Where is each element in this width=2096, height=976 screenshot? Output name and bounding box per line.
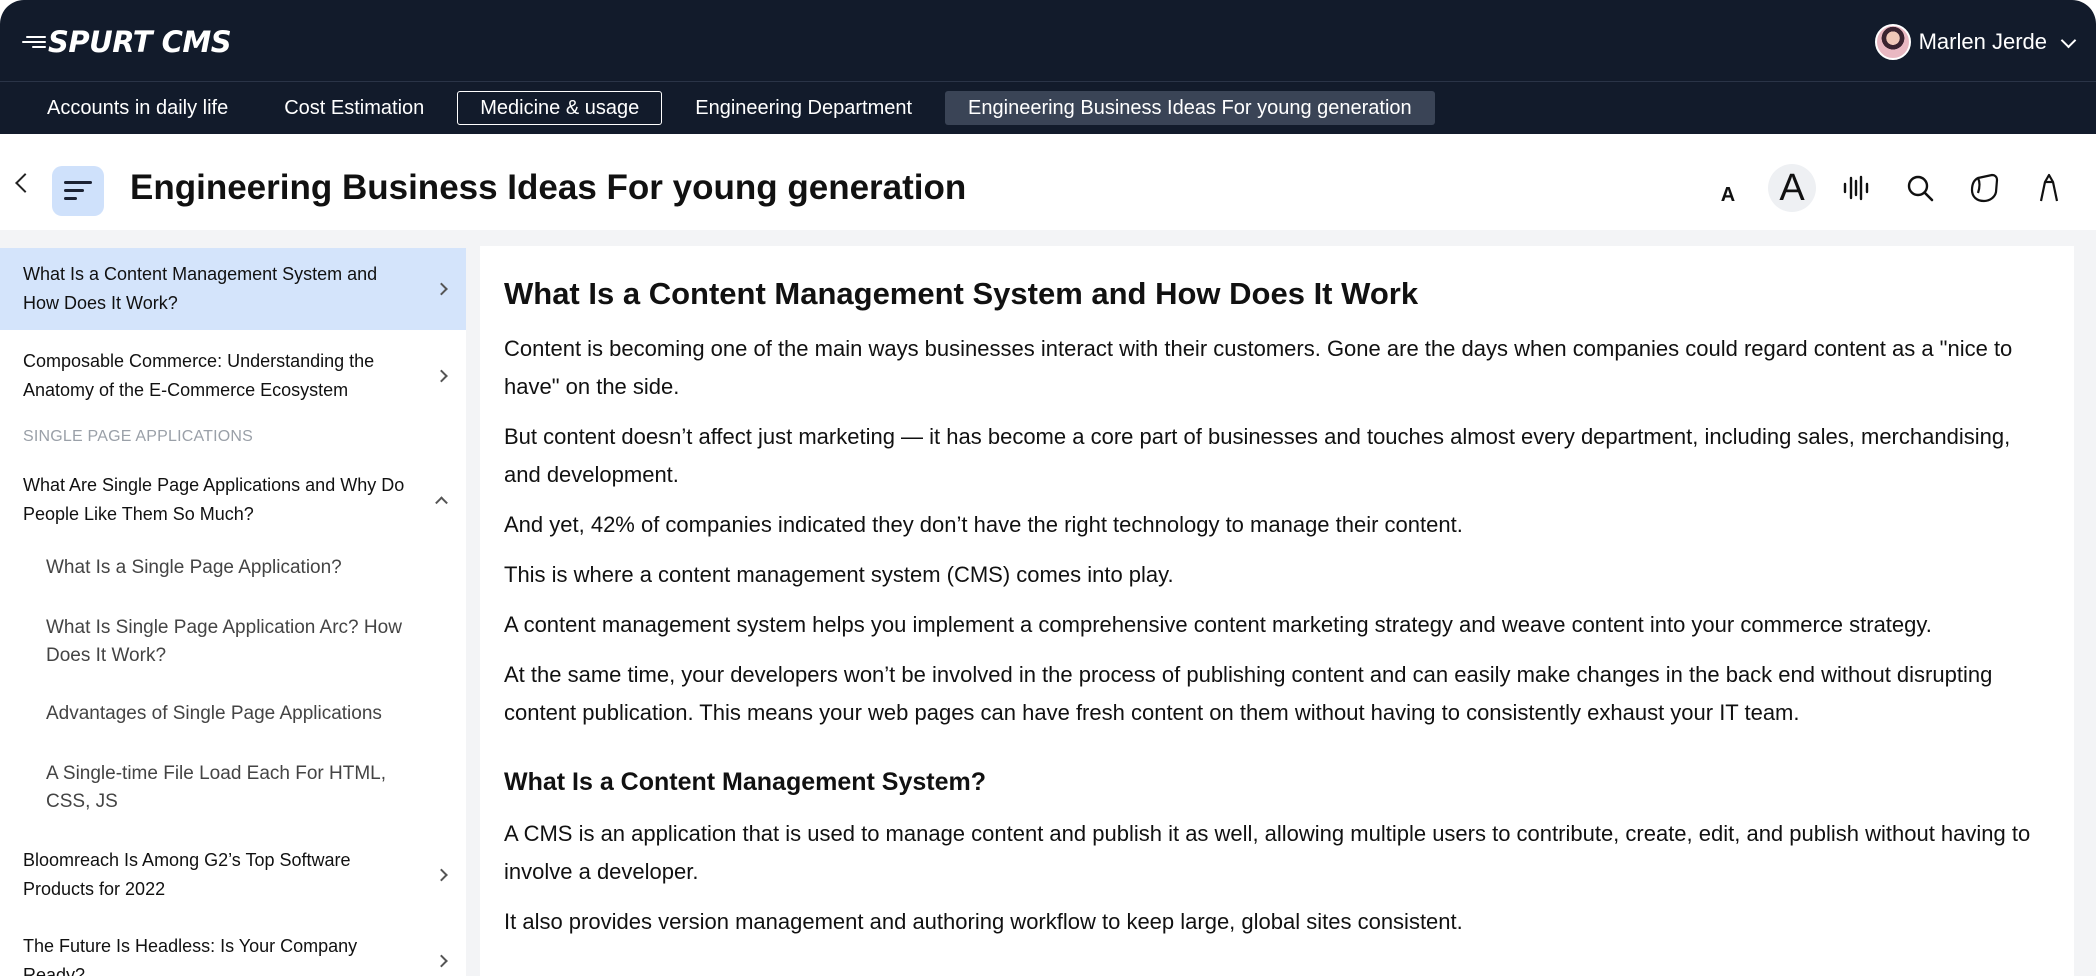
top-bar: SPURT CMS Marlen Jerde [0,0,2096,82]
tab-accounts[interactable]: Accounts in daily life [24,91,251,125]
toc-item-label: The Future Is Headless: Is Your Company … [23,936,358,976]
article-paragraph: Content is becoming one of the main ways… [504,336,2013,399]
audio-icon [1843,175,1869,201]
toc-item-single-page-apps[interactable]: What Are Single Page Applications and Wh… [0,460,466,540]
toc-item-label: Bloomreach Is Among G2’s Top Software Pr… [23,850,351,899]
page-title: Engineering Business Ideas For young gen… [130,168,967,207]
page-header: Engineering Business Ideas For young gen… [0,134,2096,230]
tab-engineering-business-ideas[interactable]: Engineering Business Ideas For young gen… [945,91,1435,125]
tab-cost-estimation[interactable]: Cost Estimation [261,91,447,125]
audio-button[interactable] [1832,164,1880,212]
font-increase-button[interactable]: A [1768,164,1816,212]
font-increase-icon: A [1779,166,1805,209]
toc-subitem[interactable]: A Single-time File Load Each For HTML, C… [0,746,466,832]
article-paragraph: A CMS is an application that is used to … [504,821,2031,884]
toc-item-future-headless[interactable]: The Future Is Headless: Is Your Company … [0,918,466,976]
article-paragraph: This is where a content management syste… [504,562,1174,587]
user-menu[interactable]: Marlen Jerde [1874,22,2077,62]
reader-toolbar: A A [1704,164,2072,212]
pen-button[interactable] [2024,164,2072,212]
chevron-right-icon [435,282,448,296]
tab-engineering-department[interactable]: Engineering Department [672,91,935,125]
toc-subitem[interactable]: Advantages of Single Page Applications [0,686,466,746]
article-paragraph: A content management system helps you im… [504,612,1932,637]
article-paragraph: It also provides version management and … [504,909,1463,934]
back-chevron-icon[interactable] [15,173,35,193]
font-decrease-icon: A [1720,183,1736,206]
bookmark-icon [1970,173,1999,203]
chevron-right-icon [435,868,448,882]
article-paragraph: But content doesn’t affect just marketin… [504,424,2011,487]
article-paragraph: And yet, 42% of companies indicated they… [504,512,1463,537]
toc-item-composable-commerce[interactable]: Composable Commerce: Understanding the A… [0,330,466,422]
toc-subitem[interactable]: What Is a Single Page Application? [0,540,466,600]
search-button[interactable] [1896,164,1944,212]
bookmark-button[interactable] [1960,164,2008,212]
article-content: What Is a Content Management System and … [480,246,2074,976]
chevron-up-icon [435,496,448,510]
logo-speed-lines-icon [22,32,46,52]
avatar [1874,24,1911,60]
toc-item-bloomreach[interactable]: Bloomreach Is Among G2’s Top Software Pr… [0,832,466,918]
search-icon [1907,175,1934,202]
user-name: Marlen Jerde [1918,29,2047,54]
pen-icon [2039,173,2059,202]
content-area: What Is a Content Management System and … [0,230,2096,976]
tab-medicine[interactable]: Medicine & usage [457,91,663,125]
font-decrease-button[interactable]: A [1704,164,1752,212]
toc-subitem[interactable]: What Is Single Page Application Arc? How… [0,600,466,686]
toc-item-label: What Are Single Page Applications and Wh… [23,475,405,524]
logo-text: SPURT CMS [48,25,232,59]
toc-item-label: Composable Commerce: Understanding the A… [23,351,375,400]
article-heading: What Is a Content Management System and … [504,276,1419,311]
app-logo[interactable]: SPURT CMS [22,22,232,62]
tabs-bar: Accounts in daily life Cost Estimation M… [0,82,2096,134]
toc-item-label: What Is a Content Management System and … [23,264,378,313]
toc-section-label: SINGLE PAGE APPLICATIONS [23,428,254,445]
table-of-contents: What Is a Content Management System and … [0,248,466,976]
toc-toggle-button[interactable] [52,166,104,216]
article-subheading: What Is a Content Management System? [504,768,987,796]
article-paragraph: At the same time, your developers won’t … [504,662,1993,725]
chevron-right-icon [435,369,448,383]
chevron-down-icon [2060,32,2077,48]
toc-item-cms[interactable]: What Is a Content Management System and … [0,248,466,330]
chevron-right-icon [435,954,448,968]
